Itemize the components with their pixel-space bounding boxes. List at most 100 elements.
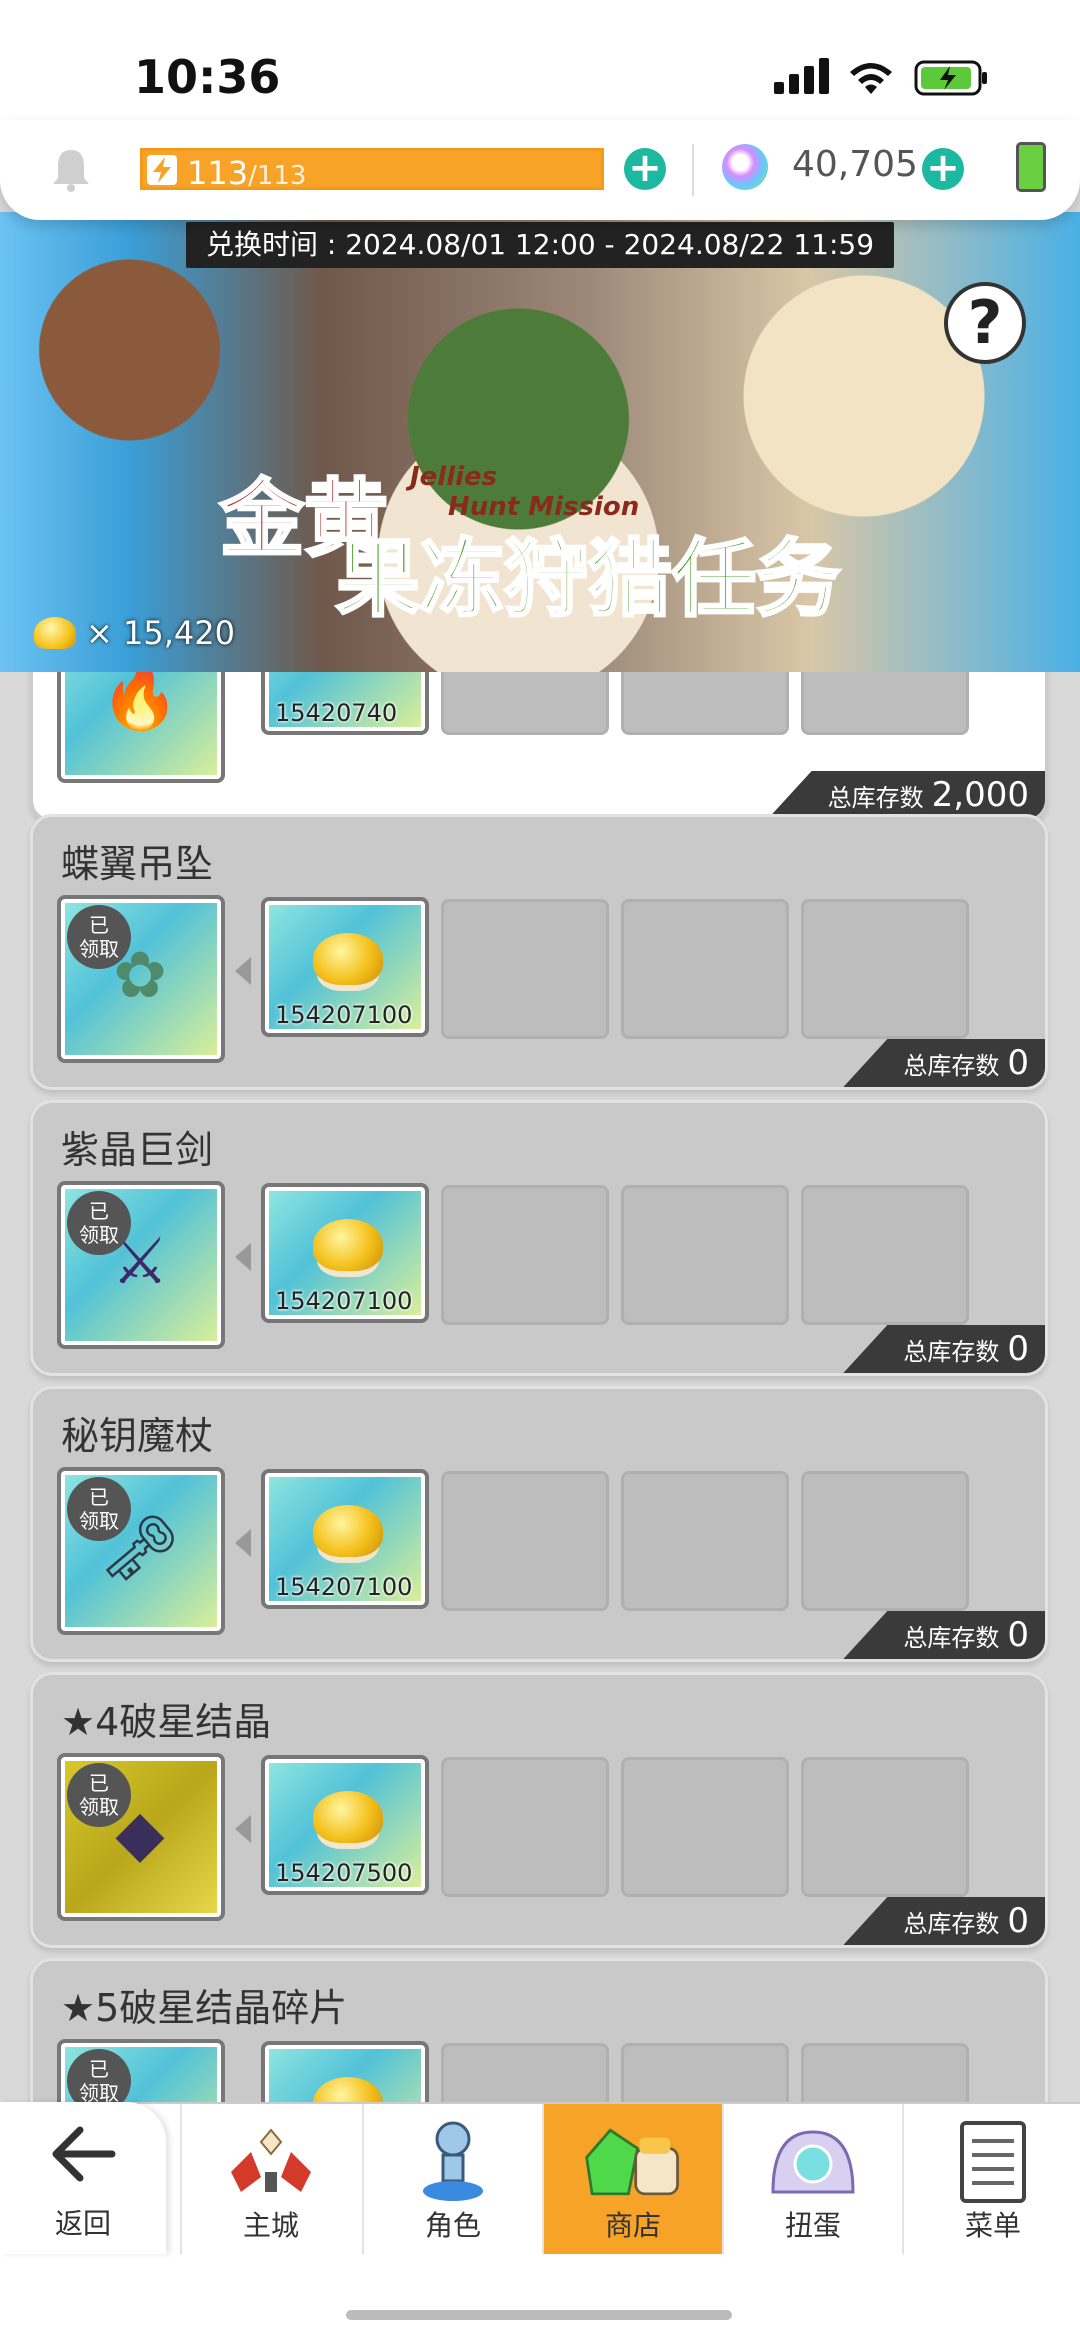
cost-item: 154207100 (261, 897, 429, 1037)
reward-art: ◆ 已领取 (65, 1761, 217, 1913)
claimed-text: 领取 (79, 1223, 119, 1247)
empty-slot (621, 899, 789, 1039)
chevron-left-icon (235, 957, 251, 985)
back-label: 返回 (54, 2207, 111, 2240)
nav-character[interactable]: 角色 (362, 2104, 542, 2256)
nav-shop-label: 商店 (604, 2209, 661, 2242)
reward-item[interactable]: ⚔ 已领取 (57, 1181, 225, 1349)
exchange-card[interactable]: 紫晶巨剑 ⚔ 已领取 154207100 总库存数 0 (30, 1100, 1048, 1376)
golden-jelly-icon (313, 1219, 383, 1271)
energy-current: 113 (187, 154, 249, 192)
claimed-text: 领取 (79, 937, 119, 961)
claimed-badge: 已领取 (67, 1477, 131, 1541)
exchange-card[interactable]: 蝶翼吊坠 ✿ 已领取 154207100 总库存数 0 (30, 814, 1048, 1090)
stock-badge: 总库存数 0 (843, 1611, 1045, 1659)
golden-jelly-icon (313, 1791, 383, 1843)
reward-item[interactable]: 🗝 已领取 (57, 1467, 225, 1635)
energy-value: 113/113 (187, 154, 306, 192)
jelly-count-value: × 15,420 (86, 614, 235, 652)
exchange-card[interactable]: ★4破星结晶 ◆ 已领取 154207500 总库存数 0 (30, 1672, 1048, 1948)
divider (692, 144, 694, 196)
stock-value: 0 (1007, 1329, 1029, 1369)
nav-main-city[interactable]: 主城 (180, 2104, 360, 2256)
stock-label: 总库存数 (903, 1338, 1000, 1366)
nav-main-city-label: 主城 (242, 2209, 299, 2242)
chevron-left-icon (235, 1529, 251, 1557)
claimed-text: 已 (89, 1771, 109, 1795)
golden-jelly-icon (313, 2077, 383, 2102)
cost-art (269, 2049, 421, 2102)
jelly-icon (34, 617, 76, 649)
stock-badge: 总库存数 0 (843, 1897, 1045, 1945)
claimed-badge: 已领取 (67, 905, 131, 969)
empty-slot (801, 1757, 969, 1897)
home-indicator[interactable] (346, 2310, 732, 2320)
empty-slot (801, 1185, 969, 1325)
bell-icon[interactable] (50, 146, 92, 192)
cost-text: 15420740 (275, 699, 398, 727)
cost-art: 154207100 (269, 1477, 421, 1601)
reward-art: ✿ 已领取 (65, 903, 217, 1055)
claimed-badge: 已领取 (67, 1763, 131, 1827)
back-button[interactable]: 返回 (0, 2102, 166, 2254)
battery-icon (914, 60, 987, 96)
claimed-text: 已 (89, 1485, 109, 1509)
empty-slot (801, 899, 969, 1039)
device-battery-icon (1016, 142, 1046, 192)
empty-slot (801, 1471, 969, 1611)
exchange-list[interactable]: 🔥 15420740 总库存数2,000 蝶翼吊坠 ✿ 已领取 1542071 (0, 672, 1080, 2102)
stock-badge: 总库存数 2,000 (767, 771, 1045, 819)
claimed-text: 领取 (79, 2081, 119, 2102)
gem-icon (722, 144, 768, 190)
exchange-card[interactable]: 🔥 15420740 总库存数 2,000 (30, 672, 1048, 822)
claimed-text: 领取 (79, 1509, 119, 1533)
nav-menu[interactable]: 菜单 (902, 2104, 1080, 2256)
status-bar: 10:36 (0, 0, 1080, 120)
reward-item[interactable]: 🔥 (57, 672, 225, 783)
exchange-time: 兑换时间 : 2024.08/01 12:00 - 2024.08/22 11:… (186, 222, 894, 268)
exchange-card[interactable]: ★5破星结晶碎片 已领取 (30, 1958, 1048, 2102)
claimed-text: 已 (89, 2057, 109, 2081)
stock-label: 总库存数 (903, 1052, 1000, 1080)
stock-badge: 总库存数 0 (843, 1325, 1045, 1373)
claimed-text: 领取 (79, 1795, 119, 1819)
stock-value: 0 (1007, 1901, 1029, 1941)
empty-slot (441, 899, 609, 1039)
cost-text: 154207100 (275, 1287, 413, 1315)
cost-item (261, 2041, 429, 2102)
energy-bar: 113/113 (140, 148, 604, 192)
add-energy-button[interactable]: + (624, 148, 666, 190)
nav-shop[interactable]: 商店 (542, 2104, 722, 2256)
empty-slot (441, 2043, 609, 2102)
empty-slot (441, 1185, 609, 1325)
event-title-en-line1: Jellies (410, 462, 498, 492)
chevron-left-icon (235, 1243, 251, 1271)
blue-flame-icon: 🔥 (100, 672, 180, 734)
nav-gacha[interactable]: 扭蛋 (722, 2104, 902, 2256)
reward-item[interactable]: ✿ 已领取 (57, 895, 225, 1063)
event-title-line2: 果冻狩猎任务 (334, 529, 841, 630)
help-button[interactable]: ? (944, 282, 1026, 364)
jelly-count: × 15,420 (34, 614, 235, 652)
character-icon (403, 2116, 503, 2208)
nav-gacha-label: 扭蛋 (784, 2209, 841, 2242)
menu-list-icon (943, 2116, 1043, 2208)
gacha-icon (763, 2116, 863, 2208)
claimed-badge: 已领取 (67, 2049, 131, 2102)
golden-jelly-icon (313, 1505, 383, 1557)
reward-art: 🔥 (65, 672, 217, 775)
reward-item[interactable]: ◆ 已领取 (57, 1753, 225, 1921)
claimed-text: 已 (89, 913, 109, 937)
item-name: 秘钥魔杖 (61, 1414, 214, 1458)
signal-icon (774, 58, 829, 94)
empty-slot (621, 1471, 789, 1611)
add-gems-button[interactable]: + (922, 148, 964, 190)
reward-item[interactable]: 已领取 (57, 2039, 225, 2102)
cost-text: 154207100 (275, 1573, 413, 1601)
cost-art: 154207100 (269, 1191, 421, 1315)
empty-slot (441, 1757, 609, 1897)
empty-slot (621, 1757, 789, 1897)
exchange-card[interactable]: 秘钥魔杖 🗝 已领取 154207100 总库存数 0 (30, 1386, 1048, 1662)
reward-art: 已领取 (65, 2047, 217, 2102)
empty-slot (621, 1185, 789, 1325)
